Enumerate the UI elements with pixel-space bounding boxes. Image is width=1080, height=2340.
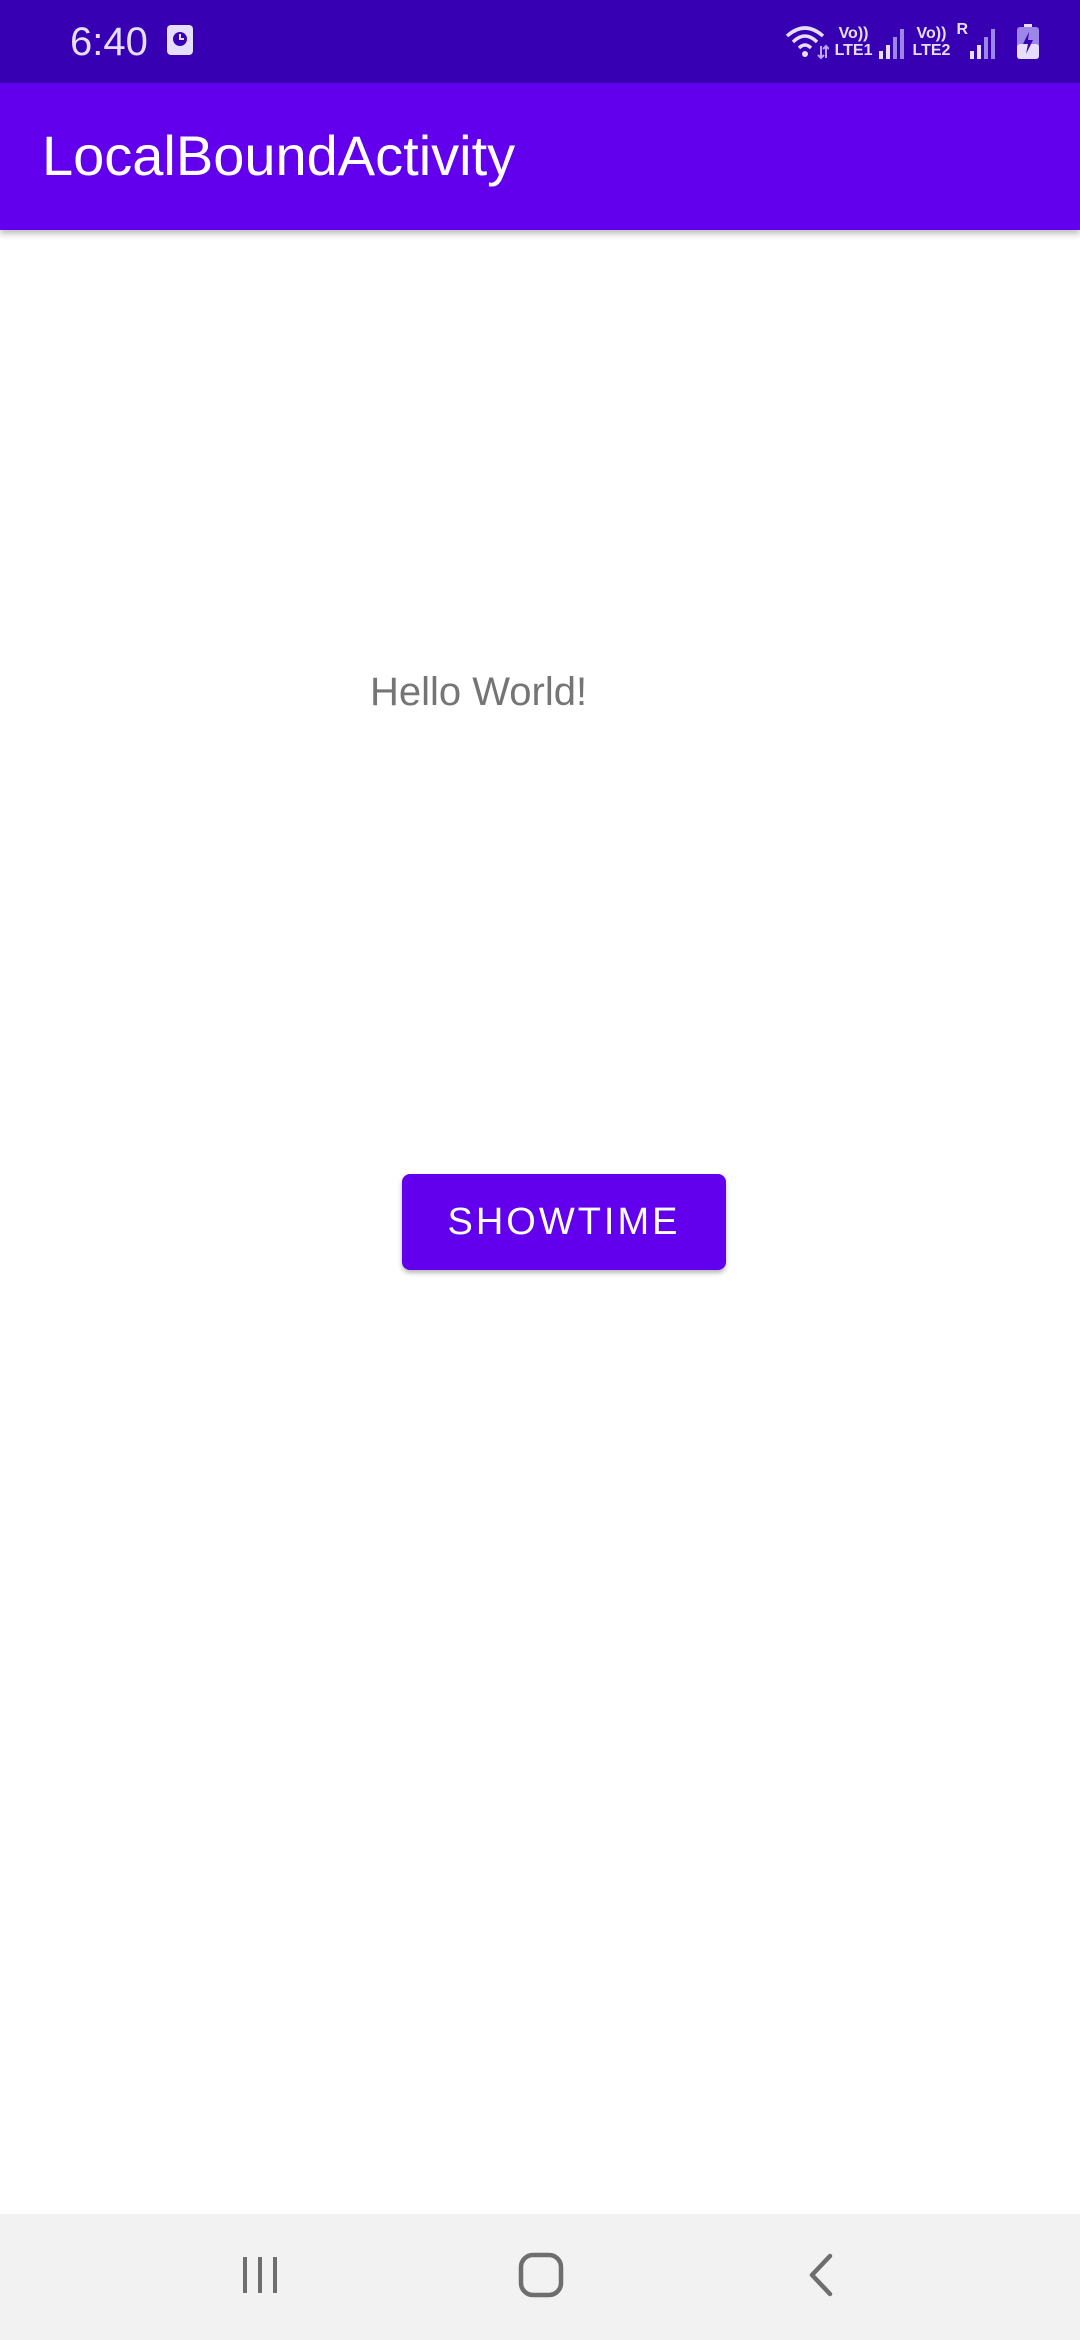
sim2-network-label: Vo)) LTE2 — [913, 25, 951, 59]
roaming-indicator: R — [956, 21, 968, 38]
sim2-lte-label: LTE2 — [912, 42, 951, 59]
recents-icon — [238, 2253, 282, 2302]
sim1-lte-label: LTE1 — [834, 42, 873, 59]
signal-icon — [878, 25, 907, 59]
sim1-volte-label: Vo)) — [838, 25, 869, 42]
navigation-bar — [0, 2214, 1080, 2340]
home-button[interactable] — [441, 2214, 641, 2340]
back-button[interactable] — [722, 2214, 922, 2340]
status-icons: Vo)) LTE1 Vo)) LTE2 R — [785, 18, 1040, 66]
back-icon — [802, 2252, 842, 2303]
sim2-volte-label: Vo)) — [916, 25, 947, 42]
home-icon — [518, 2252, 564, 2303]
sim1-network-label: Vo)) LTE1 — [835, 25, 873, 59]
app-bar: LocalBoundActivity — [0, 83, 1080, 230]
screen: 6:40 Vo)) LTE1 Vo)) LTE2 R LocalBoundAct… — [0, 0, 1080, 2340]
status-time: 6:40 — [70, 20, 148, 64]
app-title: LocalBoundActivity — [42, 124, 516, 187]
wifi-icon — [785, 24, 829, 60]
signal-icon — [970, 25, 998, 59]
recents-button[interactable] — [160, 2214, 360, 2340]
hello-text: Hello World! — [370, 670, 588, 714]
status-bar: 6:40 Vo)) LTE1 Vo)) LTE2 R — [0, 0, 1080, 83]
notification-icon — [166, 24, 194, 56]
battery-charging-icon — [1016, 24, 1040, 60]
showtime-button[interactable]: SHOWTIME — [402, 1174, 726, 1270]
